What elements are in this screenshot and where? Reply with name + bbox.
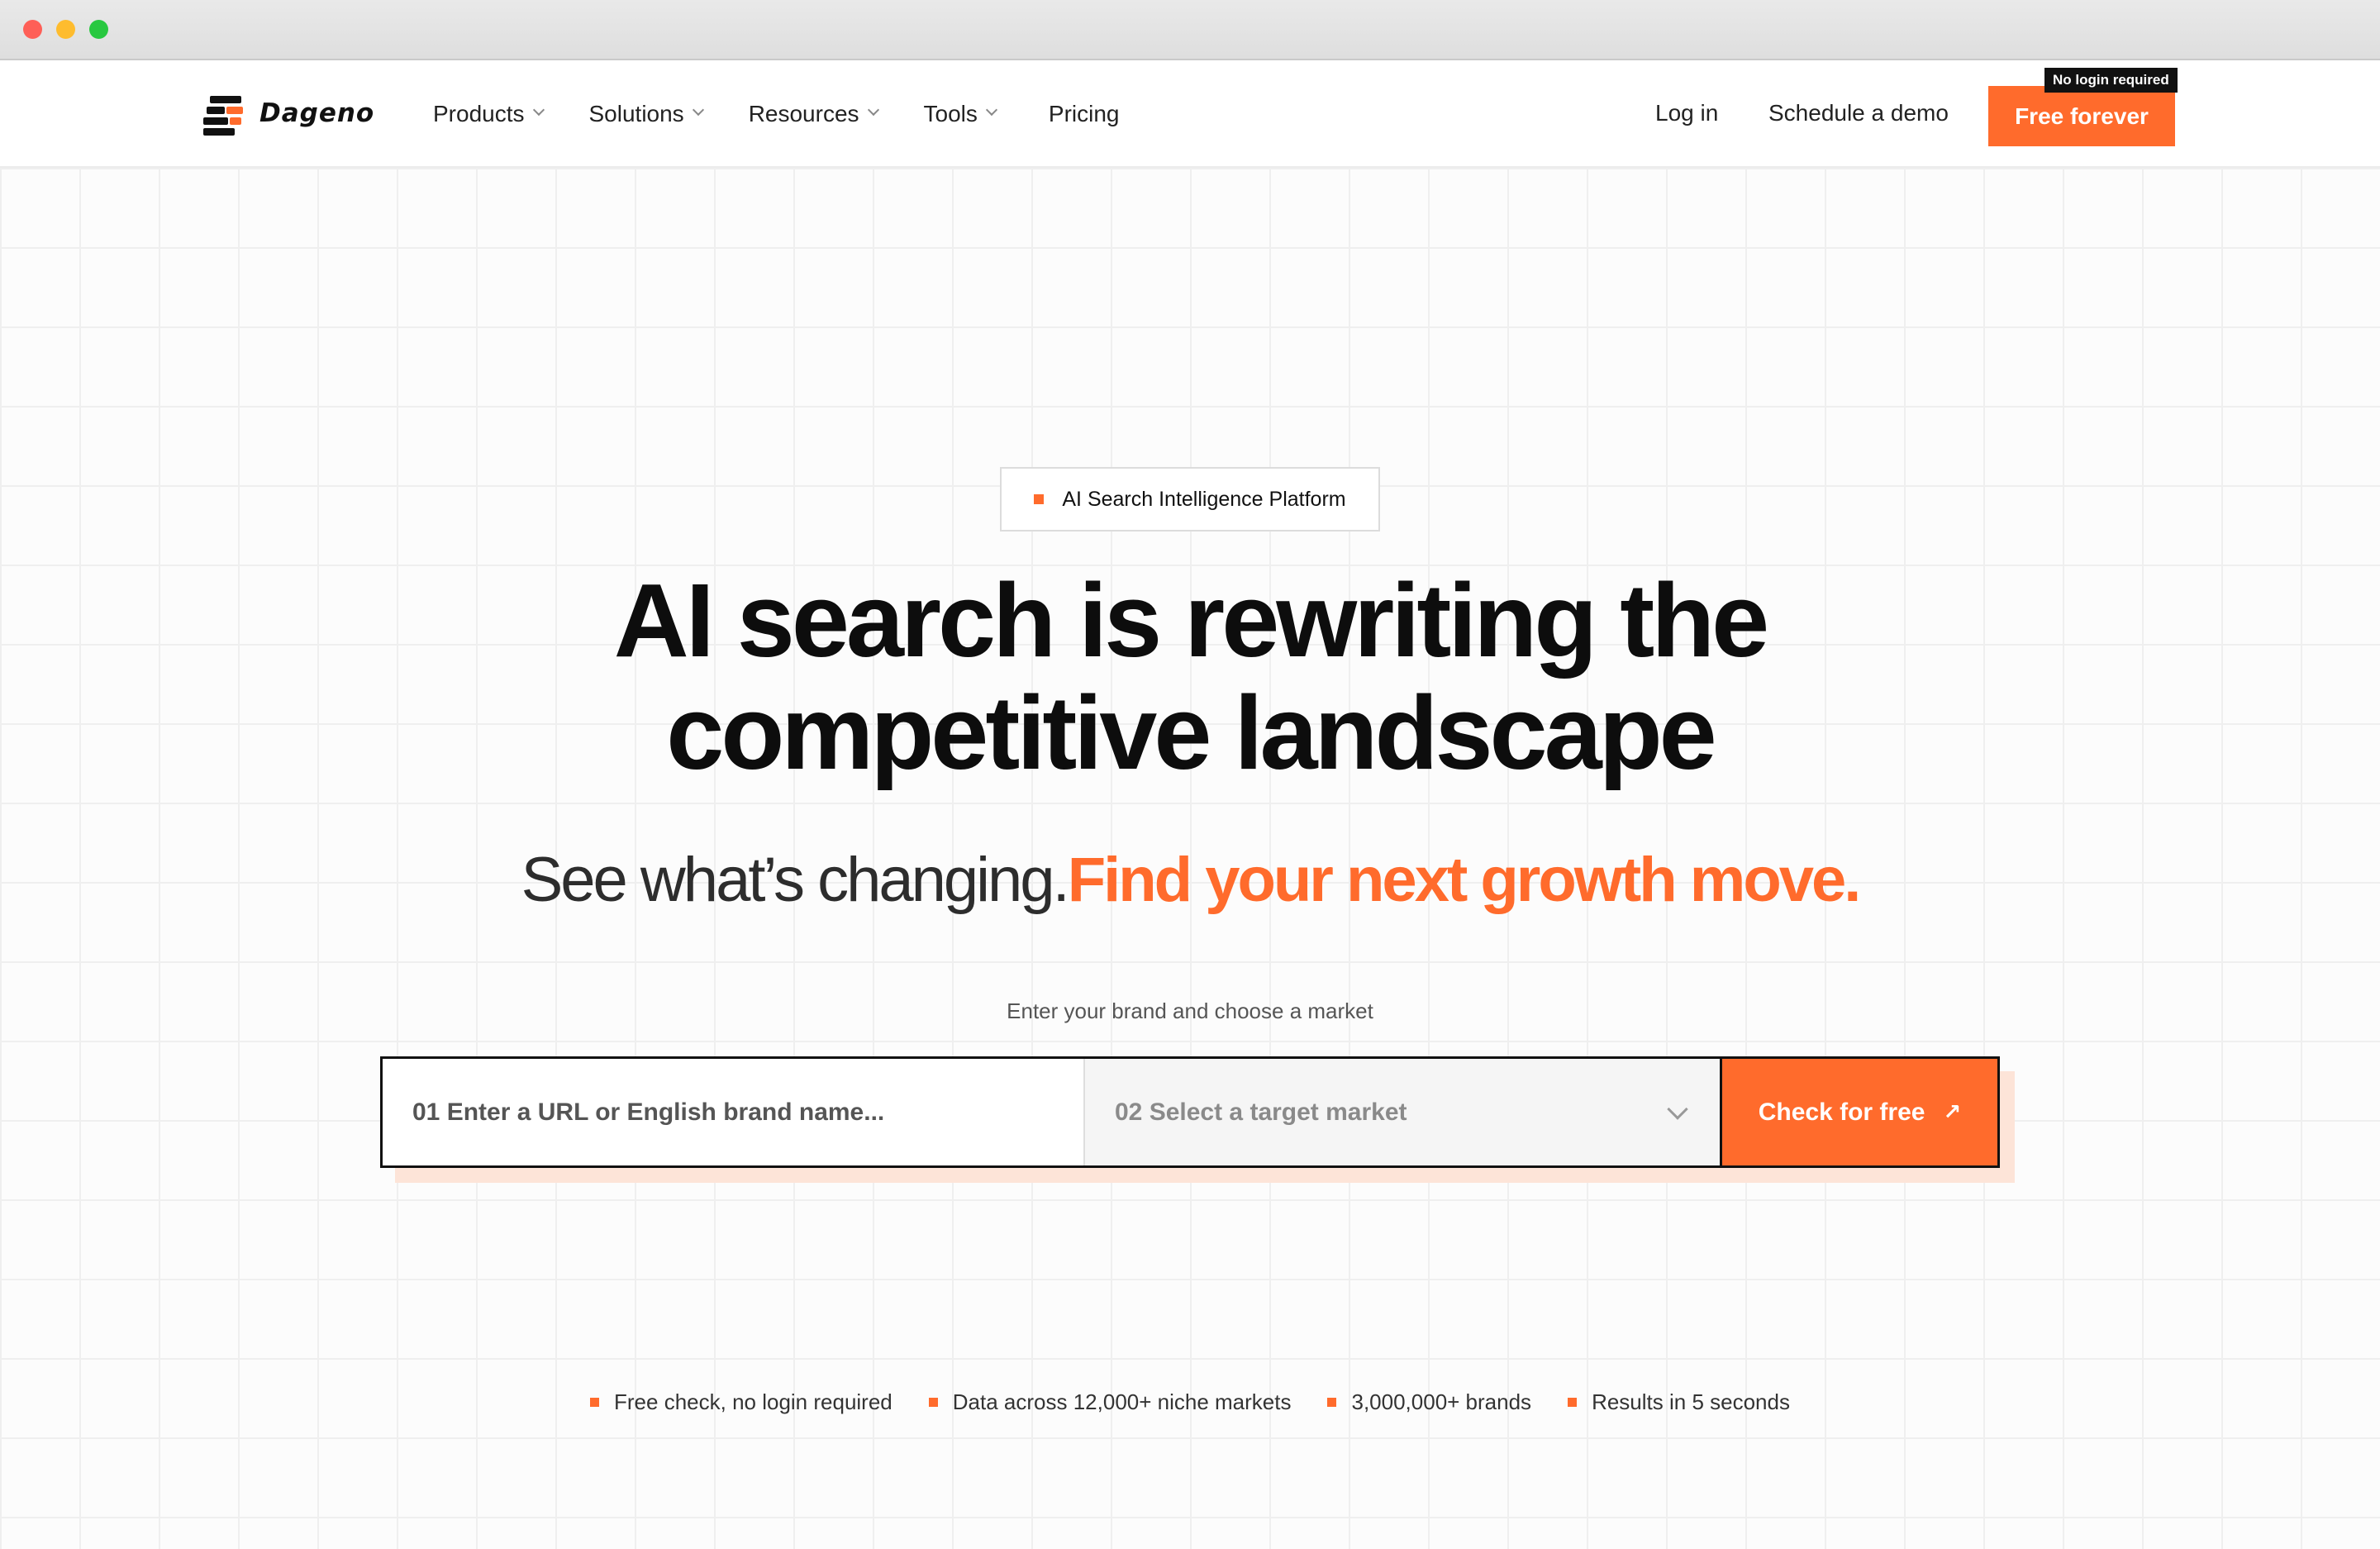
brand-logo[interactable]: Dageno: [203, 90, 374, 136]
hero-subheadline: See what’s changing.Find your next growt…: [0, 839, 2380, 922]
feature-label: 3,000,000+ brands: [1351, 1389, 1532, 1414]
browser-chrome: [0, 0, 2380, 60]
menu-item-pricing[interactable]: Pricing: [1049, 101, 1120, 127]
no-login-tag: No login required: [2044, 68, 2178, 93]
feature-label: Free check, no login required: [614, 1389, 892, 1414]
menu-item-label: Solutions: [588, 101, 684, 126]
feature-item: Data across 12,000+ niche markets: [928, 1389, 1292, 1415]
orange-square-icon: [590, 1398, 600, 1407]
menu-item-products[interactable]: Products: [433, 101, 545, 127]
window-close-button[interactable]: [23, 20, 42, 39]
orange-square-icon: [1034, 494, 1045, 504]
feature-item: Results in 5 seconds: [1568, 1389, 1790, 1415]
target-market-select[interactable]: 02 Select a target market: [1085, 1059, 1720, 1165]
hero-headline: AI search is rewriting the competitive l…: [0, 565, 2380, 789]
chevron-down-icon: [986, 106, 997, 117]
window-minimize-button[interactable]: [56, 20, 75, 39]
feature-list: Free check, no login required Data acros…: [0, 1389, 2380, 1415]
search-helper-text: Enter your brand and choose a market: [1007, 999, 1373, 1023]
free-forever-button[interactable]: Free forever: [1988, 86, 2175, 146]
chevron-down-icon: [868, 106, 879, 117]
check-button-label: Check for free: [1758, 1098, 1925, 1126]
menu-item-resources[interactable]: Resources: [749, 101, 879, 127]
platform-badge: AI Search Intelligence Platform: [1000, 467, 1380, 531]
hero-section: AI Search Intelligence Platform AI searc…: [0, 168, 2380, 1549]
feature-item: Free check, no login required: [590, 1389, 892, 1415]
main-menu: Products Solutions Resources Tools Prici…: [433, 60, 1120, 168]
subhead-orange-text: Find your next growth move.: [1067, 845, 1862, 915]
menu-item-solutions[interactable]: Solutions: [589, 101, 704, 127]
headline-line-1: AI search is rewriting the: [613, 562, 1769, 679]
menu-item-label: Tools: [923, 101, 978, 126]
chevron-down-icon: [533, 106, 545, 117]
orange-square-icon: [928, 1398, 938, 1407]
chevron-down-icon: [693, 106, 704, 117]
menu-item-label: Resources: [748, 101, 859, 126]
schedule-demo-link[interactable]: Schedule a demo: [1768, 100, 1949, 126]
login-link[interactable]: Log in: [1655, 100, 1718, 126]
feature-label: Data across 12,000+ niche markets: [952, 1389, 1292, 1414]
orange-square-icon: [1568, 1398, 1578, 1407]
headline-line-2: competitive landscape: [666, 674, 1717, 791]
brand-url-input[interactable]: [383, 1059, 1085, 1165]
check-for-free-button[interactable]: Check for free ↗: [1720, 1059, 1997, 1165]
brand-name: Dageno: [259, 98, 375, 128]
market-select-value: 02 Select a target market: [1115, 1098, 1407, 1126]
feature-item: 3,000,000+ brands: [1327, 1389, 1531, 1415]
brand-search-form: 02 Select a target market Check for free…: [380, 1056, 2000, 1168]
window-maximize-button[interactable]: [89, 20, 108, 39]
arrow-up-right-icon: ↗: [1943, 1099, 1962, 1124]
feature-label: Results in 5 seconds: [1592, 1389, 1790, 1414]
menu-item-label: Pricing: [1048, 101, 1120, 126]
chevron-down-icon: [1667, 1099, 1688, 1120]
subhead-grey-text: See what’s changing.: [521, 845, 1070, 915]
menu-item-tools[interactable]: Tools: [924, 101, 997, 127]
badge-label: AI Search Intelligence Platform: [1062, 487, 1346, 511]
logo-mark-icon: [203, 91, 248, 136]
menu-item-label: Products: [433, 101, 525, 126]
top-navigation: Dageno Products Solutions Resources Tool…: [0, 60, 2380, 168]
orange-square-icon: [1327, 1398, 1337, 1407]
